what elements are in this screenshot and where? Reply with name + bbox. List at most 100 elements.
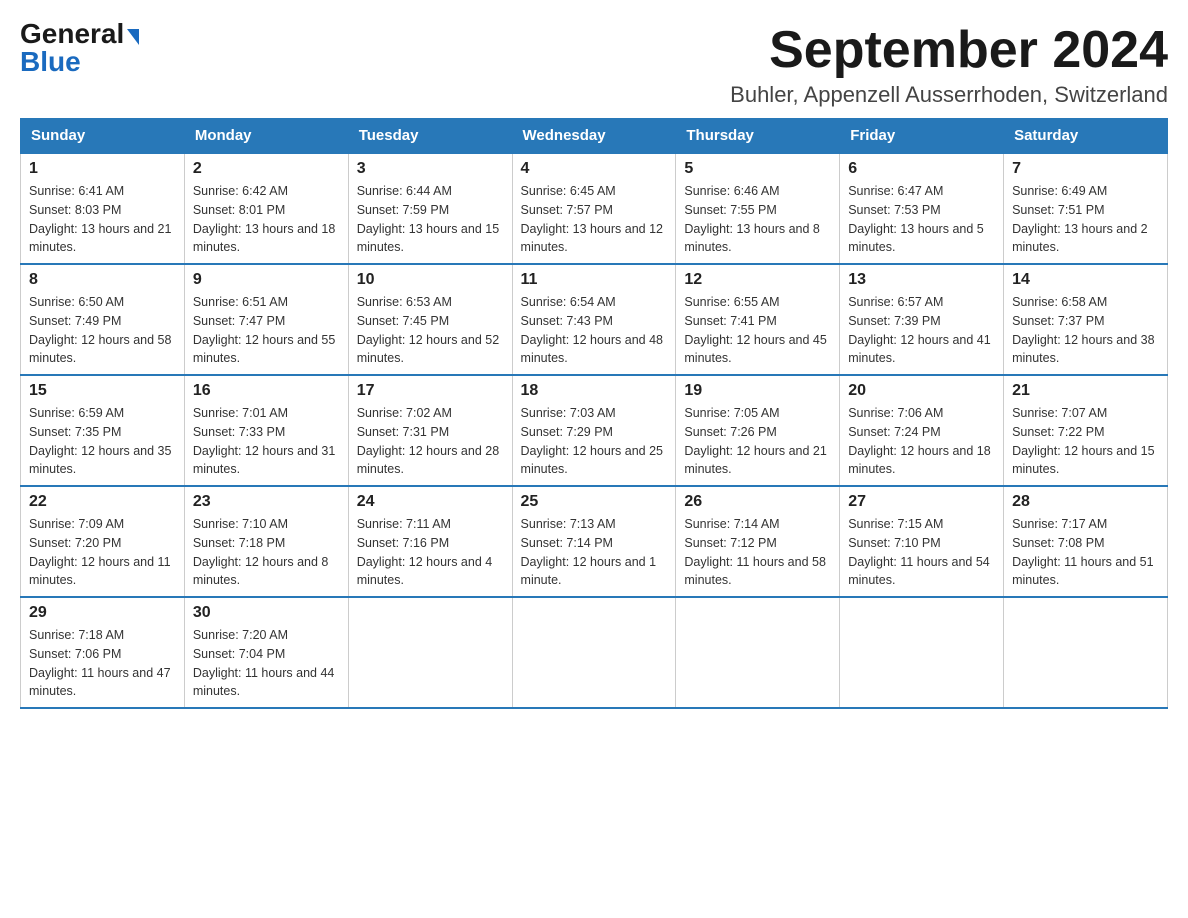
day-number: 5 xyxy=(684,160,831,178)
day-info: Sunrise: 6:54 AMSunset: 7:43 PMDaylight:… xyxy=(521,293,668,368)
day-info: Sunrise: 6:55 AMSunset: 7:41 PMDaylight:… xyxy=(684,293,831,368)
day-number: 19 xyxy=(684,382,831,400)
calendar-cell: 23 Sunrise: 7:10 AMSunset: 7:18 PMDayligh… xyxy=(184,486,348,597)
day-info: Sunrise: 6:59 AMSunset: 7:35 PMDaylight:… xyxy=(29,404,176,479)
calendar-cell: 3 Sunrise: 6:44 AMSunset: 7:59 PMDaylight… xyxy=(348,153,512,264)
month-year-title: September 2024 xyxy=(730,20,1168,80)
calendar-cell: 21 Sunrise: 7:07 AMSunset: 7:22 PMDayligh… xyxy=(1004,375,1168,486)
title-block: September 2024 Buhler, Appenzell Ausserr… xyxy=(730,20,1168,108)
day-info: Sunrise: 7:14 AMSunset: 7:12 PMDaylight:… xyxy=(684,515,831,590)
day-info: Sunrise: 7:13 AMSunset: 7:14 PMDaylight:… xyxy=(521,515,668,590)
day-info: Sunrise: 7:02 AMSunset: 7:31 PMDaylight:… xyxy=(357,404,504,479)
calendar-cell: 27 Sunrise: 7:15 AMSunset: 7:10 PMDayligh… xyxy=(840,486,1004,597)
day-number: 16 xyxy=(193,382,340,400)
calendar-cell: 8Sunrise: 6:50 AMSunset: 7:49 PMDaylight… xyxy=(21,264,185,375)
location-subtitle: Buhler, Appenzell Ausserrhoden, Switzerl… xyxy=(730,82,1168,108)
logo-triangle-icon xyxy=(127,29,139,45)
column-header-sunday: Sunday xyxy=(21,119,185,154)
day-number: 25 xyxy=(521,493,668,511)
column-header-saturday: Saturday xyxy=(1004,119,1168,154)
day-info: Sunrise: 6:49 AMSunset: 7:51 PMDaylight:… xyxy=(1012,182,1159,257)
calendar-header-row: SundayMondayTuesdayWednesdayThursdayFrid… xyxy=(21,119,1168,154)
day-number: 3 xyxy=(357,160,504,178)
logo-blue-text: Blue xyxy=(20,48,81,76)
calendar-cell: 6Sunrise: 6:47 AMSunset: 7:53 PMDaylight… xyxy=(840,153,1004,264)
day-number: 22 xyxy=(29,493,176,511)
day-number: 23 xyxy=(193,493,340,511)
calendar-cell: 26 Sunrise: 7:14 AMSunset: 7:12 PMDayligh… xyxy=(676,486,840,597)
day-number: 27 xyxy=(848,493,995,511)
day-info: Sunrise: 7:20 AMSunset: 7:04 PMDaylight:… xyxy=(193,626,340,701)
calendar-cell: 10 Sunrise: 6:53 AMSunset: 7:45 PMDayligh… xyxy=(348,264,512,375)
page-header: General Blue September 2024 Buhler, Appe… xyxy=(20,20,1168,108)
day-number: 9 xyxy=(193,271,340,289)
calendar-cell: 29Sunrise: 7:18 AMSunset: 7:06 PMDayligh… xyxy=(21,597,185,708)
day-number: 14 xyxy=(1012,271,1159,289)
day-number: 18 xyxy=(521,382,668,400)
column-header-friday: Friday xyxy=(840,119,1004,154)
day-number: 10 xyxy=(357,271,504,289)
day-number: 2 xyxy=(193,160,340,178)
day-number: 15 xyxy=(29,382,176,400)
week-row-3: 15 Sunrise: 6:59 AMSunset: 7:35 PMDayligh… xyxy=(21,375,1168,486)
day-info: Sunrise: 6:41 AMSunset: 8:03 PMDaylight:… xyxy=(29,182,176,257)
column-header-thursday: Thursday xyxy=(676,119,840,154)
calendar-cell: 11 Sunrise: 6:54 AMSunset: 7:43 PMDayligh… xyxy=(512,264,676,375)
calendar-cell: 1 Sunrise: 6:41 AMSunset: 8:03 PMDaylight… xyxy=(21,153,185,264)
calendar-cell xyxy=(840,597,1004,708)
column-header-wednesday: Wednesday xyxy=(512,119,676,154)
day-info: Sunrise: 6:46 AMSunset: 7:55 PMDaylight:… xyxy=(684,182,831,257)
day-info: Sunrise: 7:17 AMSunset: 7:08 PMDaylight:… xyxy=(1012,515,1159,590)
calendar-table: SundayMondayTuesdayWednesdayThursdayFrid… xyxy=(20,118,1168,709)
day-info: Sunrise: 6:58 AMSunset: 7:37 PMDaylight:… xyxy=(1012,293,1159,368)
day-info: Sunrise: 7:15 AMSunset: 7:10 PMDaylight:… xyxy=(848,515,995,590)
calendar-cell: 20Sunrise: 7:06 AMSunset: 7:24 PMDayligh… xyxy=(840,375,1004,486)
day-info: Sunrise: 7:11 AMSunset: 7:16 PMDaylight:… xyxy=(357,515,504,590)
calendar-cell: 24 Sunrise: 7:11 AMSunset: 7:16 PMDayligh… xyxy=(348,486,512,597)
day-info: Sunrise: 7:10 AMSunset: 7:18 PMDaylight:… xyxy=(193,515,340,590)
day-number: 17 xyxy=(357,382,504,400)
calendar-cell: 28Sunrise: 7:17 AMSunset: 7:08 PMDayligh… xyxy=(1004,486,1168,597)
day-info: Sunrise: 6:42 AMSunset: 8:01 PMDaylight:… xyxy=(193,182,340,257)
day-number: 4 xyxy=(521,160,668,178)
day-info: Sunrise: 6:53 AMSunset: 7:45 PMDaylight:… xyxy=(357,293,504,368)
calendar-cell: 22 Sunrise: 7:09 AMSunset: 7:20 PMDayligh… xyxy=(21,486,185,597)
calendar-cell: 14 Sunrise: 6:58 AMSunset: 7:37 PMDayligh… xyxy=(1004,264,1168,375)
calendar-cell: 17 Sunrise: 7:02 AMSunset: 7:31 PMDayligh… xyxy=(348,375,512,486)
calendar-cell xyxy=(1004,597,1168,708)
calendar-cell: 13Sunrise: 6:57 AMSunset: 7:39 PMDayligh… xyxy=(840,264,1004,375)
day-number: 29 xyxy=(29,604,176,622)
day-number: 6 xyxy=(848,160,995,178)
week-row-5: 29Sunrise: 7:18 AMSunset: 7:06 PMDayligh… xyxy=(21,597,1168,708)
column-header-monday: Monday xyxy=(184,119,348,154)
calendar-cell: 25 Sunrise: 7:13 AMSunset: 7:14 PMDayligh… xyxy=(512,486,676,597)
day-info: Sunrise: 7:01 AMSunset: 7:33 PMDaylight:… xyxy=(193,404,340,479)
day-number: 1 xyxy=(29,160,176,178)
calendar-cell: 4 Sunrise: 6:45 AMSunset: 7:57 PMDaylight… xyxy=(512,153,676,264)
day-number: 24 xyxy=(357,493,504,511)
day-number: 7 xyxy=(1012,160,1159,178)
day-info: Sunrise: 7:09 AMSunset: 7:20 PMDaylight:… xyxy=(29,515,176,590)
calendar-cell: 12Sunrise: 6:55 AMSunset: 7:41 PMDayligh… xyxy=(676,264,840,375)
day-info: Sunrise: 6:57 AMSunset: 7:39 PMDaylight:… xyxy=(848,293,995,368)
day-number: 20 xyxy=(848,382,995,400)
calendar-cell: 18Sunrise: 7:03 AMSunset: 7:29 PMDayligh… xyxy=(512,375,676,486)
week-row-1: 1 Sunrise: 6:41 AMSunset: 8:03 PMDaylight… xyxy=(21,153,1168,264)
calendar-cell: 16 Sunrise: 7:01 AMSunset: 7:33 PMDayligh… xyxy=(184,375,348,486)
day-info: Sunrise: 6:50 AMSunset: 7:49 PMDaylight:… xyxy=(29,293,176,368)
calendar-cell: 30 Sunrise: 7:20 AMSunset: 7:04 PMDayligh… xyxy=(184,597,348,708)
day-info: Sunrise: 6:44 AMSunset: 7:59 PMDaylight:… xyxy=(357,182,504,257)
day-number: 21 xyxy=(1012,382,1159,400)
day-info: Sunrise: 7:05 AMSunset: 7:26 PMDaylight:… xyxy=(684,404,831,479)
calendar-cell: 2 Sunrise: 6:42 AMSunset: 8:01 PMDaylight… xyxy=(184,153,348,264)
day-number: 26 xyxy=(684,493,831,511)
calendar-cell xyxy=(676,597,840,708)
day-info: Sunrise: 7:07 AMSunset: 7:22 PMDaylight:… xyxy=(1012,404,1159,479)
calendar-cell: 7 Sunrise: 6:49 AMSunset: 7:51 PMDaylight… xyxy=(1004,153,1168,264)
day-number: 11 xyxy=(521,271,668,289)
column-header-tuesday: Tuesday xyxy=(348,119,512,154)
day-info: Sunrise: 6:45 AMSunset: 7:57 PMDaylight:… xyxy=(521,182,668,257)
logo: General Blue xyxy=(20,20,139,76)
day-number: 30 xyxy=(193,604,340,622)
calendar-cell: 5 Sunrise: 6:46 AMSunset: 7:55 PMDaylight… xyxy=(676,153,840,264)
